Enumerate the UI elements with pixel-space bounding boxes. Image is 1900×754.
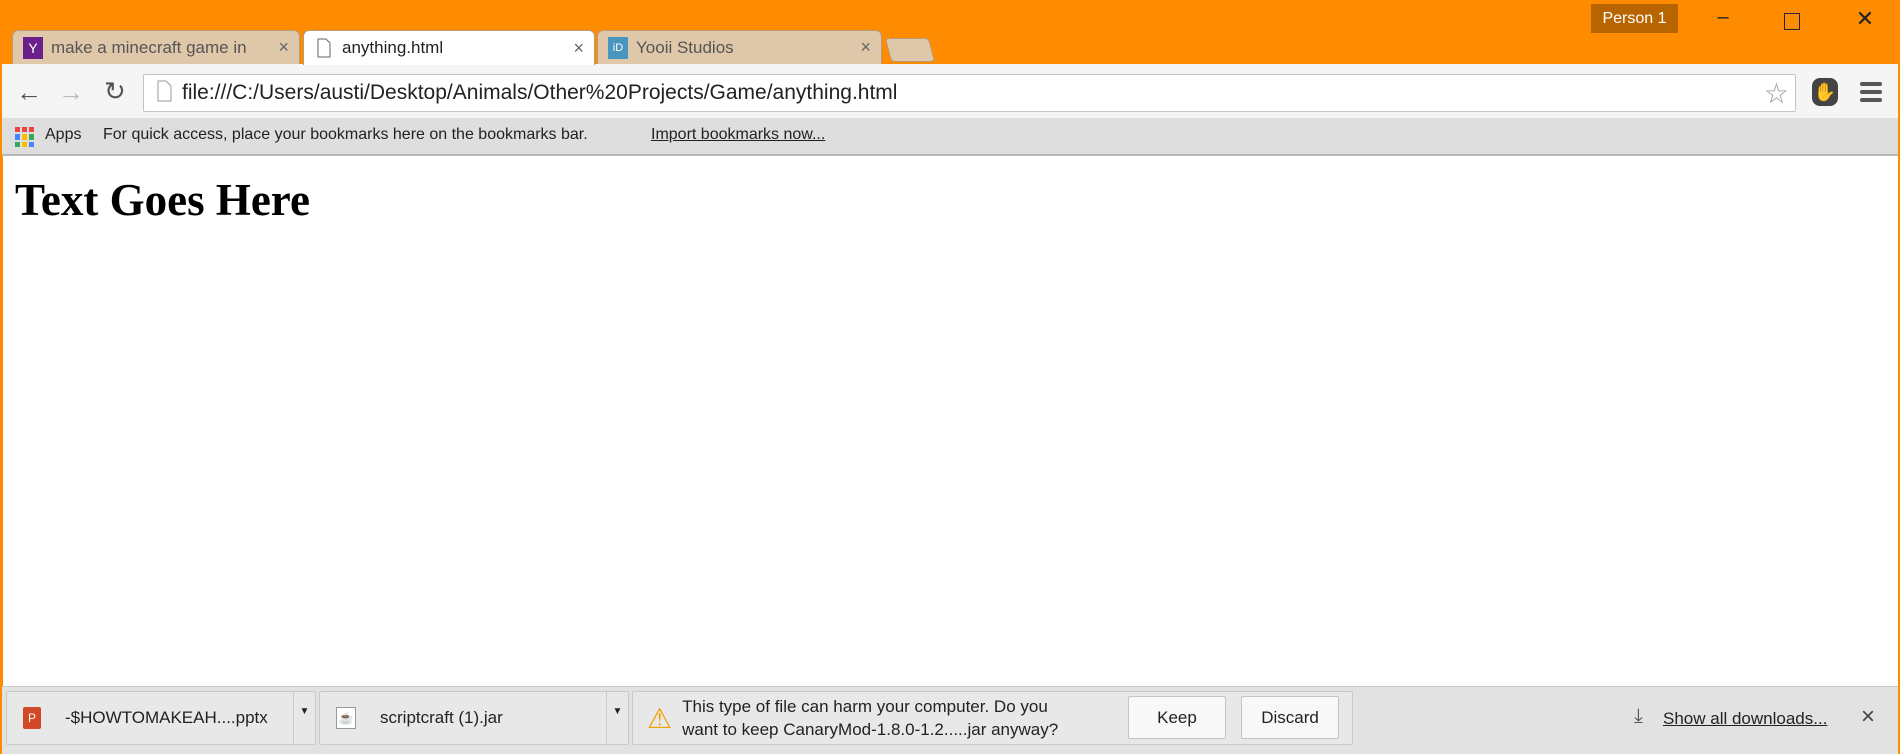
warning-icon: ⚠ <box>647 702 673 734</box>
download-item[interactable]: ☕ scriptcraft (1).jar ▼ <box>319 691 629 745</box>
apps-link[interactable]: Apps <box>45 126 81 144</box>
tab-close-button[interactable]: × <box>573 38 584 59</box>
file-icon <box>314 37 334 59</box>
bookmarks-hint: For quick access, place your bookmarks h… <box>103 126 588 143</box>
minimize-button[interactable]: – <box>1708 6 1738 38</box>
page-icon <box>156 80 172 107</box>
adblock-hand-icon[interactable]: ✋ <box>1812 78 1838 106</box>
new-tab-button[interactable] <box>884 38 936 62</box>
tab-label: make a minecraft game in <box>51 37 247 57</box>
download-item[interactable]: P -$HOWTOMAKEAH....pptx ▼ <box>6 691 316 745</box>
page-content: Text Goes Here <box>3 156 1898 686</box>
import-bookmarks-link[interactable]: Import bookmarks now... <box>651 126 825 144</box>
tab-yooii[interactable]: iD Yooii Studios × <box>597 30 882 64</box>
warning-text-line2: want to keep CanaryMod-1.8.0-1.2.....jar… <box>682 720 1059 739</box>
maximize-button[interactable] <box>1784 13 1800 30</box>
profile-button[interactable]: Person 1 <box>1591 4 1678 33</box>
download-name: -$HOWTOMAKEAH....pptx <box>65 708 268 727</box>
reload-button[interactable]: ↻ <box>104 76 126 107</box>
tab-label: Yooii Studios <box>636 37 734 57</box>
dangerous-download-warning: ⚠ This type of file can harm your comput… <box>632 691 1353 745</box>
bookmark-star-icon[interactable]: ☆ <box>1764 77 1789 110</box>
keep-button[interactable]: Keep <box>1128 696 1226 739</box>
tab-close-button[interactable]: × <box>278 37 289 58</box>
warning-text-line1: This type of file can harm your computer… <box>682 697 1048 716</box>
download-arrow-icon: ⤓ <box>1634 705 1643 727</box>
url-text[interactable]: file:///C:/Users/austi/Desktop/Animals/O… <box>182 81 897 105</box>
address-bar[interactable]: file:///C:/Users/austi/Desktop/Animals/O… <box>143 74 1796 112</box>
close-window-button[interactable]: ✕ <box>1850 6 1880 38</box>
yooii-icon: iD <box>608 36 628 59</box>
bookmarks-bar: Apps For quick access, place your bookma… <box>2 118 1898 156</box>
forward-button[interactable]: → <box>58 77 84 108</box>
download-name: scriptcraft (1).jar <box>380 708 503 727</box>
powerpoint-icon: P <box>23 707 41 729</box>
discard-button[interactable]: Discard <box>1241 696 1339 739</box>
menu-icon[interactable] <box>1860 82 1882 102</box>
toolbar: ← → ↻ file:///C:/Users/austi/Desktop/Ani… <box>2 64 1898 118</box>
apps-grid-icon[interactable] <box>15 127 35 147</box>
yahoo-icon: Y <box>23 36 43 59</box>
download-menu-chevron-icon[interactable]: ▼ <box>606 692 628 744</box>
download-shelf: P -$HOWTOMAKEAH....pptx ▼ ☕ scriptcraft … <box>2 686 1898 754</box>
download-menu-chevron-icon[interactable]: ▼ <box>293 692 315 744</box>
tab-label: anything.html <box>342 38 444 57</box>
java-icon: ☕ <box>336 707 356 729</box>
show-all-downloads-link[interactable]: Show all downloads... <box>1663 709 1827 729</box>
close-shelf-button[interactable]: × <box>1861 703 1875 731</box>
tab-minecraft[interactable]: Y make a minecraft game in × <box>12 30 300 64</box>
page-heading: Text Goes Here <box>15 175 310 225</box>
back-button[interactable]: ← <box>16 77 42 108</box>
tab-close-button[interactable]: × <box>860 37 871 58</box>
tab-anything[interactable]: anything.html × <box>303 30 595 65</box>
